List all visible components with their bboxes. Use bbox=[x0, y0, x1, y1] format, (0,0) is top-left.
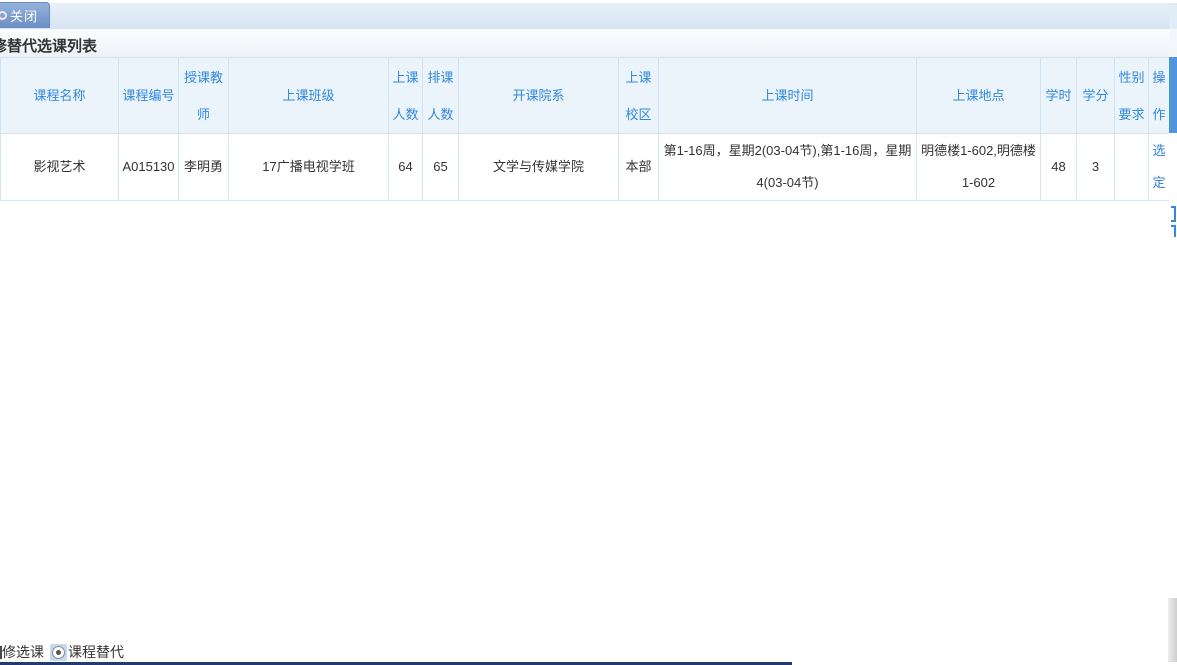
cell-location: 明德楼1-602,明德楼1-602 bbox=[917, 134, 1041, 201]
retake-option-label[interactable]: 修选课 bbox=[2, 642, 44, 662]
col-header-campus: 上课校区 bbox=[619, 58, 659, 134]
cell-campus: 本部 bbox=[619, 134, 659, 201]
right-edge-tabrow-bg bbox=[1169, 3, 1177, 29]
substitute-option-label[interactable]: 课程替代 bbox=[68, 642, 124, 662]
col-header-location: 上课地点 bbox=[917, 58, 1041, 134]
col-header-action: 操作 bbox=[1149, 58, 1170, 134]
select-link[interactable]: 选定 bbox=[1152, 143, 1165, 190]
course-mode-options: 修选课 课程替代 bbox=[0, 641, 600, 663]
vertical-scrollbar-thumb[interactable] bbox=[1169, 57, 1177, 133]
course-table-container: 课程名称 课程编号 授课教师 上课班级 上课人数 排课人数 开课院系 上课校区 … bbox=[0, 57, 1169, 201]
col-header-enrolled: 上课人数 bbox=[389, 58, 423, 134]
close-tab-label: 关闭 bbox=[10, 6, 38, 25]
cell-gender-req bbox=[1115, 134, 1149, 201]
cell-class: 17广播电视学班 bbox=[229, 134, 389, 201]
cell-department: 文学与传媒学院 bbox=[459, 134, 619, 201]
cell-time: 第1-16周，星期2(03-04节),第1-16周，星期4(03-04节) bbox=[659, 134, 917, 201]
cell-action: 选定 bbox=[1149, 134, 1170, 201]
col-header-capacity: 排课人数 bbox=[423, 58, 459, 134]
tab-bar: 关闭 bbox=[0, 0, 1177, 30]
page-title: 修替代选课列表 bbox=[0, 35, 97, 56]
right-edge-strip bbox=[1169, 0, 1177, 665]
clipped-edge-glyph bbox=[1171, 205, 1177, 237]
table-row: 影视艺术 A015130 李明勇 17广播电视学班 64 65 文学与传媒学院 … bbox=[1, 134, 1170, 201]
header-row: 课程名称 课程编号 授课教师 上课班级 上课人数 排课人数 开课院系 上课校区 … bbox=[1, 58, 1170, 134]
cell-enrolled: 64 bbox=[389, 134, 423, 201]
col-header-time: 上课时间 bbox=[659, 58, 917, 134]
course-substitute-radio[interactable] bbox=[50, 644, 67, 661]
course-table: 课程名称 课程编号 授课教师 上课班级 上课人数 排课人数 开课院系 上课校区 … bbox=[0, 57, 1170, 201]
col-header-hours: 学时 bbox=[1041, 58, 1077, 134]
cell-teacher: 李明勇 bbox=[179, 134, 229, 201]
scrollbar-track-bottom[interactable] bbox=[1168, 598, 1177, 662]
col-header-gender-req: 性别要求 bbox=[1115, 58, 1149, 134]
cell-course-code: A015130 bbox=[119, 134, 179, 201]
cell-capacity: 65 bbox=[423, 134, 459, 201]
close-circle-icon bbox=[0, 11, 7, 20]
col-header-department: 开课院系 bbox=[459, 58, 619, 134]
col-header-course-code: 课程编号 bbox=[119, 58, 179, 134]
table-header: 课程名称 课程编号 授课教师 上课班级 上课人数 排课人数 开课院系 上课校区 … bbox=[1, 58, 1170, 134]
right-edge-titlebar-bg bbox=[1169, 30, 1177, 57]
cell-course-name: 影视艺术 bbox=[1, 134, 119, 201]
cell-hours: 48 bbox=[1041, 134, 1077, 201]
radio-selected-dot bbox=[56, 650, 61, 655]
col-header-credits: 学分 bbox=[1077, 58, 1115, 134]
title-bar: 修替代选课列表 bbox=[0, 30, 1169, 58]
radio-outer-circle bbox=[52, 646, 65, 659]
close-tab[interactable]: 关闭 bbox=[0, 2, 50, 28]
cell-credits: 3 bbox=[1077, 134, 1115, 201]
col-header-class: 上课班级 bbox=[229, 58, 389, 134]
col-header-teacher: 授课教师 bbox=[179, 58, 229, 134]
tab-bar-top-gap bbox=[0, 0, 1177, 3]
col-header-course-name: 课程名称 bbox=[1, 58, 119, 134]
